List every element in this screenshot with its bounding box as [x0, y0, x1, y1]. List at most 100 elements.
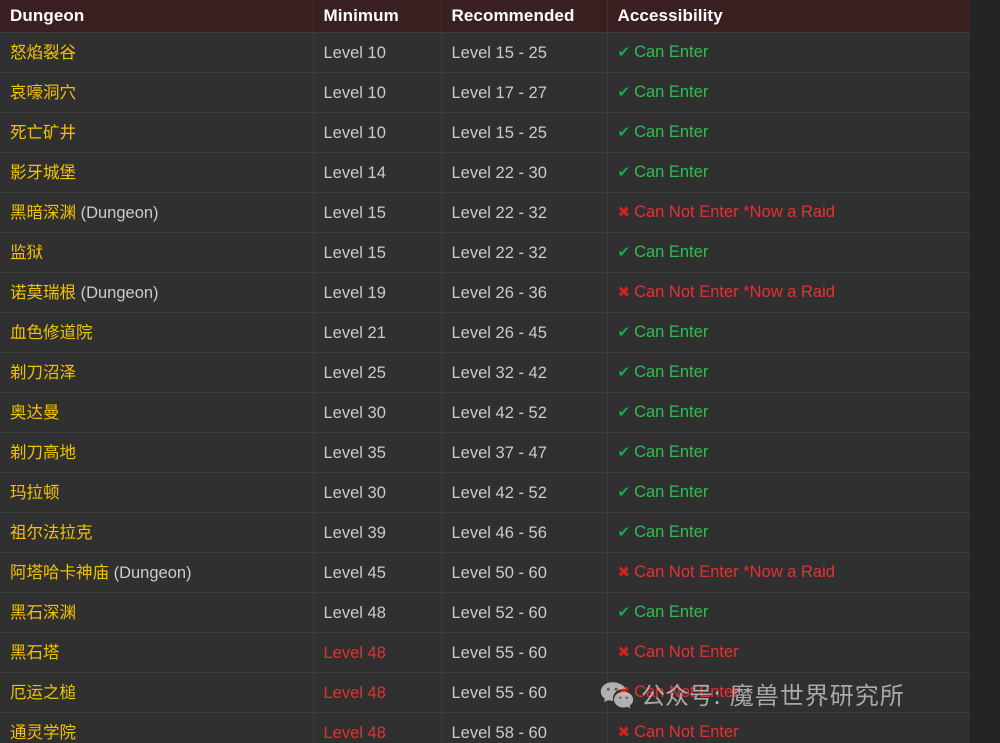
table-row[interactable]: 黑石塔 Level 48 Level 55 - 60 ✖ Can Not Enter	[0, 632, 970, 673]
table-row[interactable]: 剃刀高地 Level 35 Level 37 - 47 ✔ Can Enter	[0, 432, 970, 473]
cell-accessibility: ✔ Can Enter	[607, 592, 970, 633]
cell-recommended-level: Level 50 - 60	[441, 552, 608, 593]
cell-accessibility: ✖ Can Not Enter *Now a Raid	[607, 192, 970, 233]
minimum-level-value: Level 30	[323, 403, 386, 422]
cell-dungeon-name: 通灵学院	[0, 712, 314, 743]
column-header-recommended[interactable]: Recommended	[441, 0, 608, 33]
accessibility-status-text: Can Not Enter	[634, 683, 739, 701]
cell-recommended-level: Level 15 - 25	[441, 32, 608, 73]
column-header-accessibility[interactable]: Accessibility	[607, 0, 970, 33]
recommended-level-value: Level 22 - 32	[451, 203, 547, 222]
minimum-level-value: Level 19	[323, 283, 386, 302]
table-row[interactable]: 影牙城堡 Level 14 Level 22 - 30 ✔ Can Enter	[0, 152, 970, 193]
recommended-level-value: Level 58 - 60	[451, 723, 547, 742]
table-row[interactable]: 通灵学院 Level 48 Level 58 - 60 ✖ Can Not Enter	[0, 712, 970, 743]
accessibility-status-text: Can Not Enter *Now a Raid	[634, 563, 835, 581]
accessibility-status-text: Can Not Enter	[634, 723, 739, 741]
cell-accessibility: ✔ Can Enter	[607, 472, 970, 513]
minimum-level-value: Level 48	[323, 603, 386, 622]
recommended-level-value: Level 15 - 25	[451, 123, 547, 142]
dungeon-name: 监狱	[10, 243, 43, 262]
accessibility-status-text: Can Enter	[634, 243, 709, 261]
check-icon: ✔	[617, 364, 631, 381]
table-row[interactable]: 血色修道院 Level 21 Level 26 - 45 ✔ Can Enter	[0, 312, 970, 353]
cell-dungeon-name: 玛拉顿	[0, 472, 314, 513]
recommended-level-value: Level 22 - 32	[451, 243, 547, 262]
table-row[interactable]: 死亡矿井 Level 10 Level 15 - 25 ✔ Can Enter	[0, 112, 970, 153]
dungeon-name-suffix: (Dungeon)	[109, 563, 192, 582]
cell-recommended-level: Level 55 - 60	[441, 632, 608, 673]
cell-accessibility: ✖ Can Not Enter *Now a Raid	[607, 552, 970, 593]
cell-dungeon-name: 厄运之槌	[0, 672, 314, 713]
table-row[interactable]: 阿塔哈卡神庙 (Dungeon) Level 45 Level 50 - 60 ✖ Ca…	[0, 552, 970, 593]
cell-dungeon-name: 黑暗深渊 (Dungeon)	[0, 192, 314, 233]
cell-accessibility: ✔ Can Enter	[607, 232, 970, 273]
minimum-level-value: Level 10	[323, 123, 386, 142]
dungeon-name-suffix: (Dungeon)	[76, 203, 159, 222]
right-gutter	[970, 0, 1000, 743]
cross-icon: ✖	[617, 564, 631, 581]
dungeon-name: 黑石深渊	[10, 603, 76, 622]
cell-recommended-level: Level 37 - 47	[441, 432, 608, 473]
cell-dungeon-name: 阿塔哈卡神庙 (Dungeon)	[0, 552, 314, 593]
cell-recommended-level: Level 26 - 36	[441, 272, 608, 313]
table-row[interactable]: 玛拉顿 Level 30 Level 42 - 52 ✔ Can Enter	[0, 472, 970, 513]
accessibility-status-text: Can Enter	[634, 363, 709, 381]
dungeon-name: 厄运之槌	[10, 683, 76, 702]
table-row[interactable]: 黑石深渊 Level 48 Level 52 - 60 ✔ Can Enter	[0, 592, 970, 633]
cell-recommended-level: Level 26 - 45	[441, 312, 608, 353]
cell-accessibility: ✔ Can Enter	[607, 112, 970, 153]
accessibility-status-text: Can Enter	[634, 83, 709, 101]
cell-accessibility: ✔ Can Enter	[607, 392, 970, 433]
dungeon-name: 玛拉顿	[10, 483, 60, 502]
page-root: Dungeon Minimum Recommended Accessibilit…	[0, 0, 1000, 743]
table-row[interactable]: 哀嚎洞穴 Level 10 Level 17 - 27 ✔ Can Enter	[0, 72, 970, 113]
minimum-level-value: Level 39	[323, 523, 386, 542]
cell-minimum-level: Level 14	[313, 152, 442, 193]
minimum-level-value: Level 21	[323, 323, 386, 342]
cross-icon: ✖	[617, 644, 631, 661]
check-icon: ✔	[617, 444, 631, 461]
cell-minimum-level: Level 10	[313, 32, 442, 73]
dungeon-name: 剃刀沼泽	[10, 363, 76, 382]
table-row[interactable]: 黑暗深渊 (Dungeon) Level 15 Level 22 - 32 ✖ Can …	[0, 192, 970, 233]
table-row[interactable]: 厄运之槌 Level 48 Level 55 - 60 ✖ Can Not Enter	[0, 672, 970, 713]
minimum-level-value: Level 48	[323, 683, 386, 702]
cell-dungeon-name: 血色修道院	[0, 312, 314, 353]
cross-icon: ✖	[617, 284, 631, 301]
check-icon: ✔	[617, 604, 631, 621]
cell-dungeon-name: 监狱	[0, 232, 314, 273]
check-icon: ✔	[617, 124, 631, 141]
table-row[interactable]: 怒焰裂谷 Level 10 Level 15 - 25 ✔ Can Enter	[0, 32, 970, 73]
minimum-level-value: Level 25	[323, 363, 386, 382]
cell-accessibility: ✖ Can Not Enter	[607, 632, 970, 673]
accessibility-status-text: Can Enter	[634, 43, 709, 61]
cell-recommended-level: Level 42 - 52	[441, 472, 608, 513]
cell-minimum-level: Level 48	[313, 592, 442, 633]
cell-recommended-level: Level 46 - 56	[441, 512, 608, 553]
minimum-level-value: Level 45	[323, 563, 386, 582]
cell-minimum-level: Level 15	[313, 232, 442, 273]
cell-dungeon-name: 怒焰裂谷	[0, 32, 314, 73]
cell-recommended-level: Level 17 - 27	[441, 72, 608, 113]
recommended-level-value: Level 55 - 60	[451, 683, 547, 702]
accessibility-status-text: Can Not Enter *Now a Raid	[634, 203, 835, 221]
table-row[interactable]: 剃刀沼泽 Level 25 Level 32 - 42 ✔ Can Enter	[0, 352, 970, 393]
table-row[interactable]: 监狱 Level 15 Level 22 - 32 ✔ Can Enter	[0, 232, 970, 273]
column-header-minimum[interactable]: Minimum	[313, 0, 442, 33]
cell-dungeon-name: 剃刀沼泽	[0, 352, 314, 393]
cell-dungeon-name: 死亡矿井	[0, 112, 314, 153]
cell-accessibility: ✔ Can Enter	[607, 352, 970, 393]
cell-minimum-level: Level 48	[313, 672, 442, 713]
table-row[interactable]: 诺莫瑞根 (Dungeon) Level 19 Level 26 - 36 ✖ Can …	[0, 272, 970, 313]
recommended-level-value: Level 55 - 60	[451, 643, 547, 662]
accessibility-status-text: Can Not Enter *Now a Raid	[634, 283, 835, 301]
table-header: Dungeon Minimum Recommended Accessibilit…	[0, 0, 970, 33]
dungeon-name: 祖尔法拉克	[10, 523, 93, 542]
recommended-level-value: Level 15 - 25	[451, 43, 547, 62]
check-icon: ✔	[617, 244, 631, 261]
table-row[interactable]: 祖尔法拉克 Level 39 Level 46 - 56 ✔ Can Enter	[0, 512, 970, 553]
column-header-dungeon[interactable]: Dungeon	[0, 0, 314, 33]
cell-accessibility: ✖ Can Not Enter	[607, 672, 970, 713]
table-row[interactable]: 奥达曼 Level 30 Level 42 - 52 ✔ Can Enter	[0, 392, 970, 433]
